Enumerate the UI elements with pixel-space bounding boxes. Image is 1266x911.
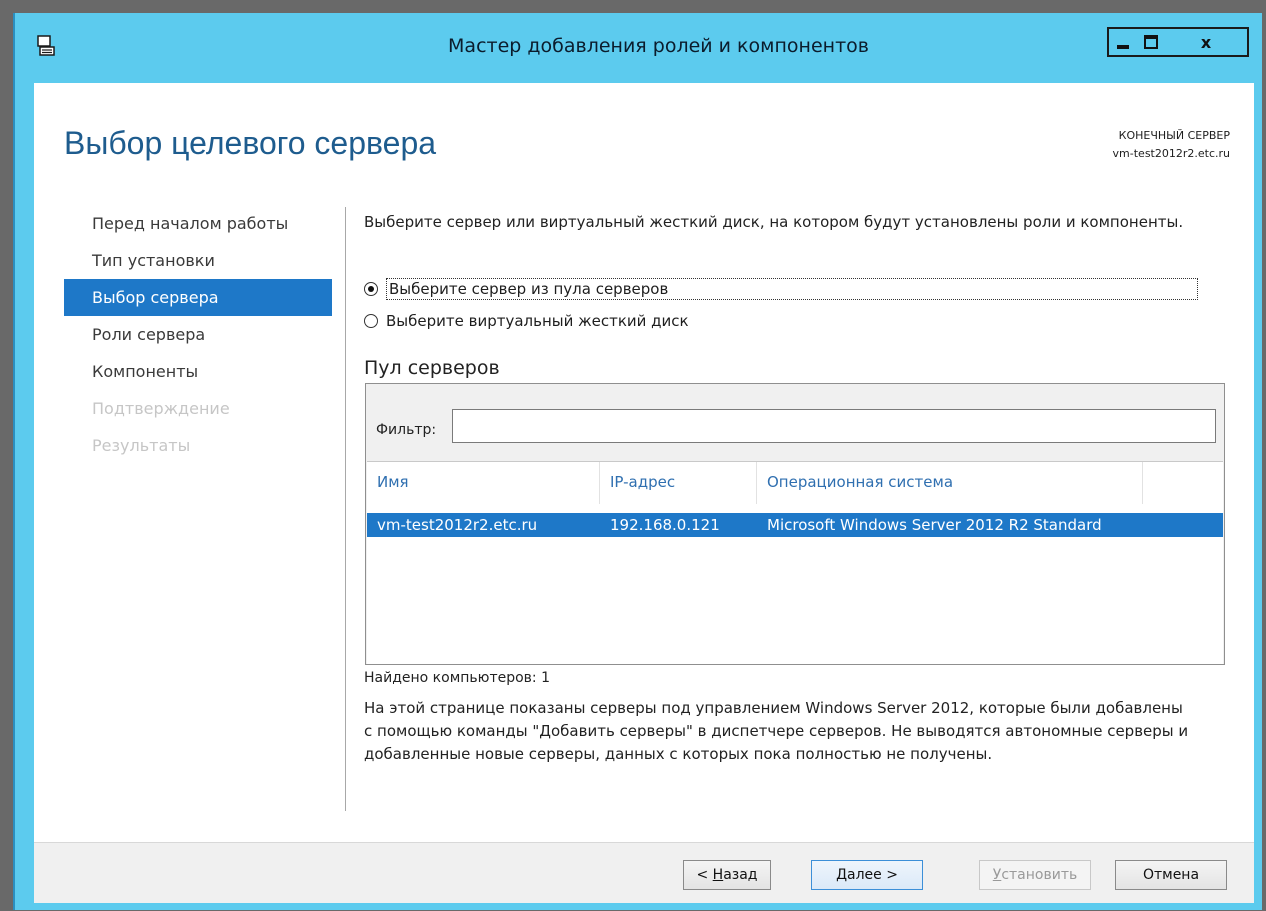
cell-name: vm-test2012r2.etc.ru bbox=[377, 516, 538, 534]
close-button[interactable]: x bbox=[1165, 27, 1249, 57]
window-title: Мастер добавления ролей и компонентов bbox=[448, 35, 869, 57]
nav-item-server-roles[interactable]: Роли сервера bbox=[64, 316, 332, 353]
info-note: На этой странице показаны серверы под уп… bbox=[364, 699, 1189, 763]
destination-server-info: КОНЕЧНЫЙ СЕРВЕР vm-test2012r2.etc.ru bbox=[1113, 127, 1230, 163]
table-header: Имя IP-адрес Операционная система bbox=[367, 462, 1223, 505]
nav-item-installation-type[interactable]: Тип установки bbox=[64, 242, 332, 279]
nav-item-server-selection[interactable]: Выбор сервера bbox=[64, 279, 332, 316]
title-bar[interactable]: Мастер добавления ролей и компонентов x bbox=[15, 13, 1262, 83]
minimize-icon bbox=[1117, 45, 1129, 49]
radio-label-vhd[interactable]: Выберите виртуальный жесткий диск bbox=[386, 312, 689, 330]
back-button[interactable]: < Назад bbox=[683, 860, 771, 890]
cell-os: Microsoft Windows Server 2012 R2 Standar… bbox=[767, 516, 1102, 534]
server-table: Имя IP-адрес Операционная система vm-tes… bbox=[367, 461, 1223, 664]
column-header-ip[interactable]: IP-адрес bbox=[600, 462, 757, 504]
install-button: Установить bbox=[979, 860, 1091, 890]
column-header-name[interactable]: Имя bbox=[367, 462, 600, 504]
server-pool-title: Пул серверов bbox=[364, 357, 500, 379]
radio-button-checked-icon[interactable] bbox=[364, 282, 378, 296]
destination-label: КОНЕЧНЫЙ СЕРВЕР bbox=[1118, 129, 1230, 142]
intro-text: Выберите сервер или виртуальный жесткий … bbox=[364, 213, 1184, 231]
table-row[interactable]: vm-test2012r2.etc.ru 192.168.0.121 Micro… bbox=[367, 513, 1223, 537]
cancel-button[interactable]: Отмена bbox=[1115, 860, 1227, 890]
maximize-icon bbox=[1144, 35, 1158, 49]
nav-item-before-you-begin[interactable]: Перед началом работы bbox=[64, 205, 332, 242]
next-button[interactable]: Далее > bbox=[811, 860, 923, 890]
nav-item-confirmation: Подтверждение bbox=[92, 399, 230, 418]
wizard-steps-nav: Перед началом работы Тип установки Выбор… bbox=[64, 205, 332, 464]
minimize-button[interactable] bbox=[1107, 27, 1139, 57]
radio-option-vhd[interactable]: Выберите виртуальный жесткий диск bbox=[364, 312, 689, 330]
server-pool-panel: Фильтр: Имя IP-адрес Операционная систем… bbox=[365, 383, 1225, 665]
wizard-footer: < Назад Далее > Установить Отмена bbox=[34, 842, 1254, 903]
close-icon: x bbox=[1200, 32, 1212, 52]
nav-item-features[interactable]: Компоненты bbox=[64, 353, 332, 390]
nav-item-results: Результаты bbox=[92, 436, 191, 455]
cell-ip: 192.168.0.121 bbox=[610, 516, 720, 534]
radio-button-unchecked-icon[interactable] bbox=[364, 314, 378, 328]
wizard-window: Мастер добавления ролей и компонентов x … bbox=[13, 13, 1262, 910]
found-count: Найдено компьютеров: 1 bbox=[364, 670, 550, 686]
column-header-os[interactable]: Операционная система bbox=[757, 462, 1143, 504]
filter-input[interactable] bbox=[452, 409, 1216, 443]
radio-option-server-pool[interactable]: Выберите сервер из пула серверов bbox=[364, 278, 1198, 300]
column-header-empty bbox=[1143, 462, 1223, 504]
destination-server-name: vm-test2012r2.etc.ru bbox=[1112, 147, 1230, 160]
radio-label-server-pool[interactable]: Выберите сервер из пула серверов bbox=[386, 278, 1198, 300]
filter-label: Фильтр: bbox=[376, 422, 437, 438]
nav-divider bbox=[345, 207, 346, 811]
maximize-button[interactable] bbox=[1137, 27, 1167, 57]
page-title: Выбор целевого сервера bbox=[64, 125, 437, 161]
wizard-client-area: Выбор целевого сервера КОНЕЧНЫЙ СЕРВЕР v… bbox=[34, 83, 1254, 903]
